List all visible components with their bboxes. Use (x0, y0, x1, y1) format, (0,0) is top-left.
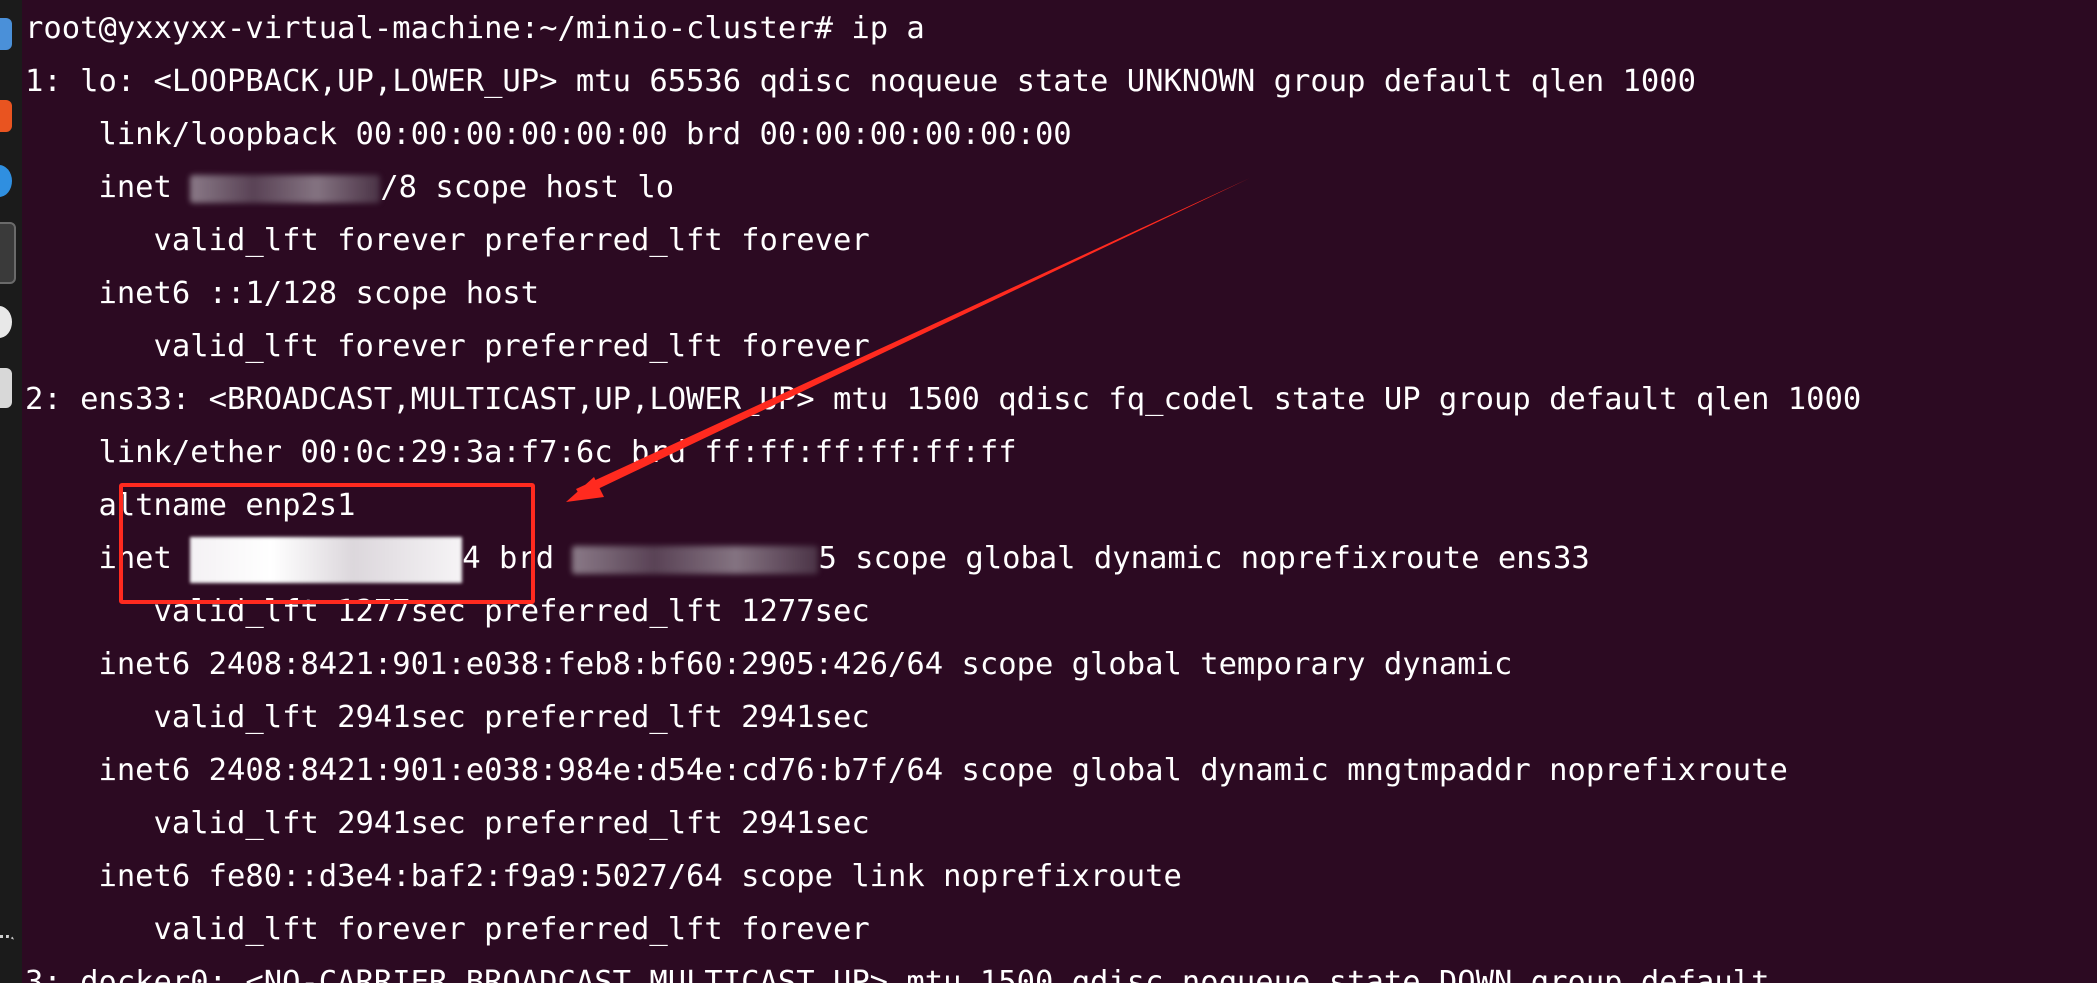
file-icon[interactable] (0, 368, 12, 408)
output-line: 1: lo: <LOOPBACK,UP,LOWER_UP> mtu 65536 … (25, 64, 1696, 99)
output-line: valid_lft 2941sec preferred_lft 2941sec (25, 806, 870, 841)
output-line: 2: ens33: <BROADCAST,MULTICAST,UP,LOWER_… (25, 382, 1862, 417)
redacted-broadcast-address (572, 545, 819, 574)
terminal-icon[interactable] (0, 222, 16, 284)
dock-dots-icon[interactable] (0, 935, 14, 958)
shell-prompt: root@yxxyxx-virtual-machine:~/minio-clus… (25, 11, 833, 46)
output-line: inet6 2408:8421:901:e038:984e:d54e:cd76:… (25, 753, 1788, 788)
output-line: inet6 fe80::d3e4:baf2:f9a9:5027/64 scope… (25, 859, 1182, 894)
blue-app-icon[interactable] (0, 165, 12, 197)
output-line: valid_lft forever preferred_lft forever (25, 223, 870, 258)
redacted-address (190, 174, 381, 203)
prompt-line: root@yxxyxx-virtual-machine:~/minio-clus… (25, 2, 925, 55)
app-icon[interactable] (0, 18, 12, 50)
annotation-highlight-box (119, 483, 535, 604)
output-line: inet /8 scope host lo (25, 161, 674, 214)
output-line: valid_lft 2941sec preferred_lft 2941sec (25, 700, 870, 735)
output-line: inet6 ::1/128 scope host (25, 276, 540, 311)
inet-scope: 5 scope global dynamic noprefixroute ens… (818, 541, 1590, 576)
output-line: link/loopback 00:00:00:00:00:00 brd 00:0… (25, 117, 1072, 152)
output-line: inet6 2408:8421:901:e038:feb8:bf60:2905:… (25, 647, 1513, 682)
dock (0, 0, 22, 983)
output-line: valid_lft forever preferred_lft forever (25, 912, 870, 947)
output-line: link/ether 00:0c:29:3a:f7:6c brd ff:ff:f… (25, 435, 1017, 470)
inet-suffix: /8 scope host lo (380, 170, 675, 205)
orange-app-icon[interactable] (0, 100, 12, 132)
output-line: 3: docker0: <NO-CARRIER,BROADCAST,MULTIC… (25, 965, 1770, 983)
output-line: valid_lft forever preferred_lft forever (25, 329, 870, 364)
inet-label: inet (25, 170, 191, 205)
command-text: ip a (851, 11, 925, 46)
disc-icon[interactable] (0, 306, 12, 338)
